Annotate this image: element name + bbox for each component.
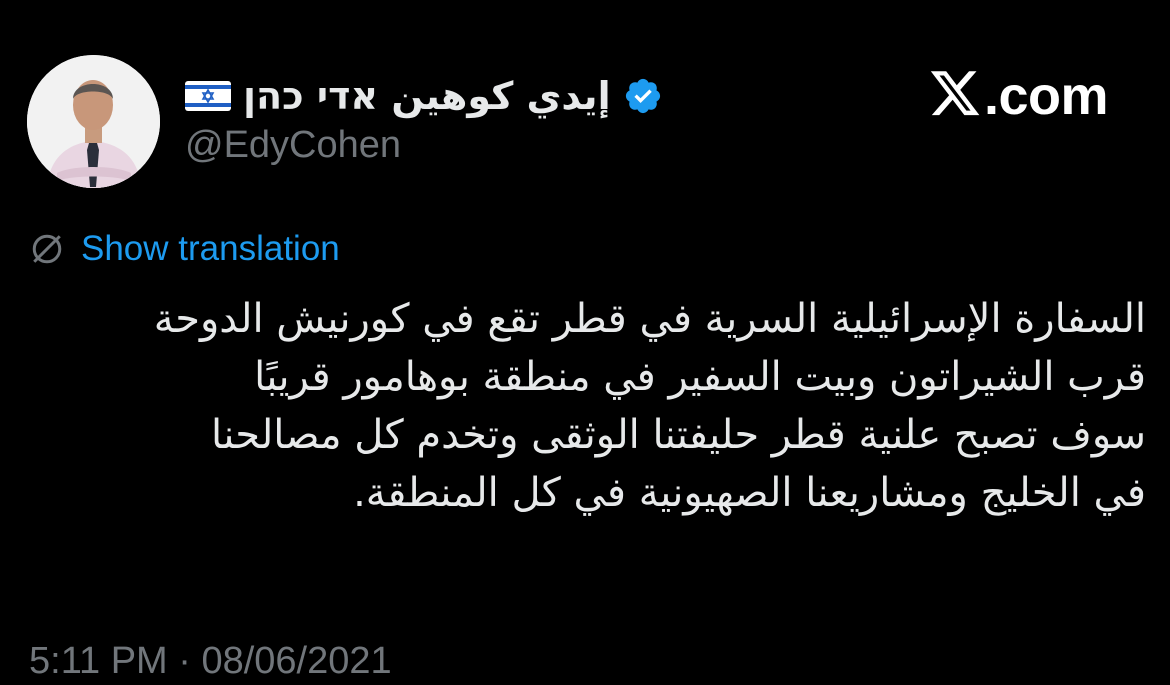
show-translation-button[interactable]: Show translation (29, 226, 340, 272)
israel-flag-icon (185, 81, 231, 111)
tweet-timestamp[interactable]: 5:11 PM · 08/06/2021 (29, 640, 392, 683)
author-display-name[interactable]: إيدي كوهين אדי כהן (243, 74, 611, 118)
avatar-portrait-icon (27, 55, 160, 188)
show-translation-label[interactable]: Show translation (81, 229, 340, 269)
tweet-text-line: السفارة الإسرائيلية السرية في قطر تقع في… (153, 296, 1146, 342)
globe-slash-icon (32, 234, 62, 264)
x-logo-icon (930, 71, 980, 116)
brand-domain-text: .com (984, 66, 1109, 126)
tweet-text-line: قرب الشيراتون وبيت السفير في منطقة بوهام… (254, 354, 1146, 400)
tweet-text-line: في الخليج ومشاريعنا الصهيونية في كل المن… (353, 470, 1146, 516)
author-handle[interactable]: @EdyCohen (185, 124, 401, 167)
tweet-text-line: سوف تصبح علنية قطر حليفتنا الوثقى وتخدم … (211, 412, 1146, 458)
verified-badge-icon (625, 78, 660, 114)
author-avatar[interactable] (27, 55, 160, 188)
brand-link[interactable]: .com (928, 62, 1109, 130)
author-name-row: إيدي كوهين אדי כהן (185, 68, 663, 124)
tweet-text: السفارة الإسرائيلية السرية في قطر تقع في… (30, 290, 1146, 522)
